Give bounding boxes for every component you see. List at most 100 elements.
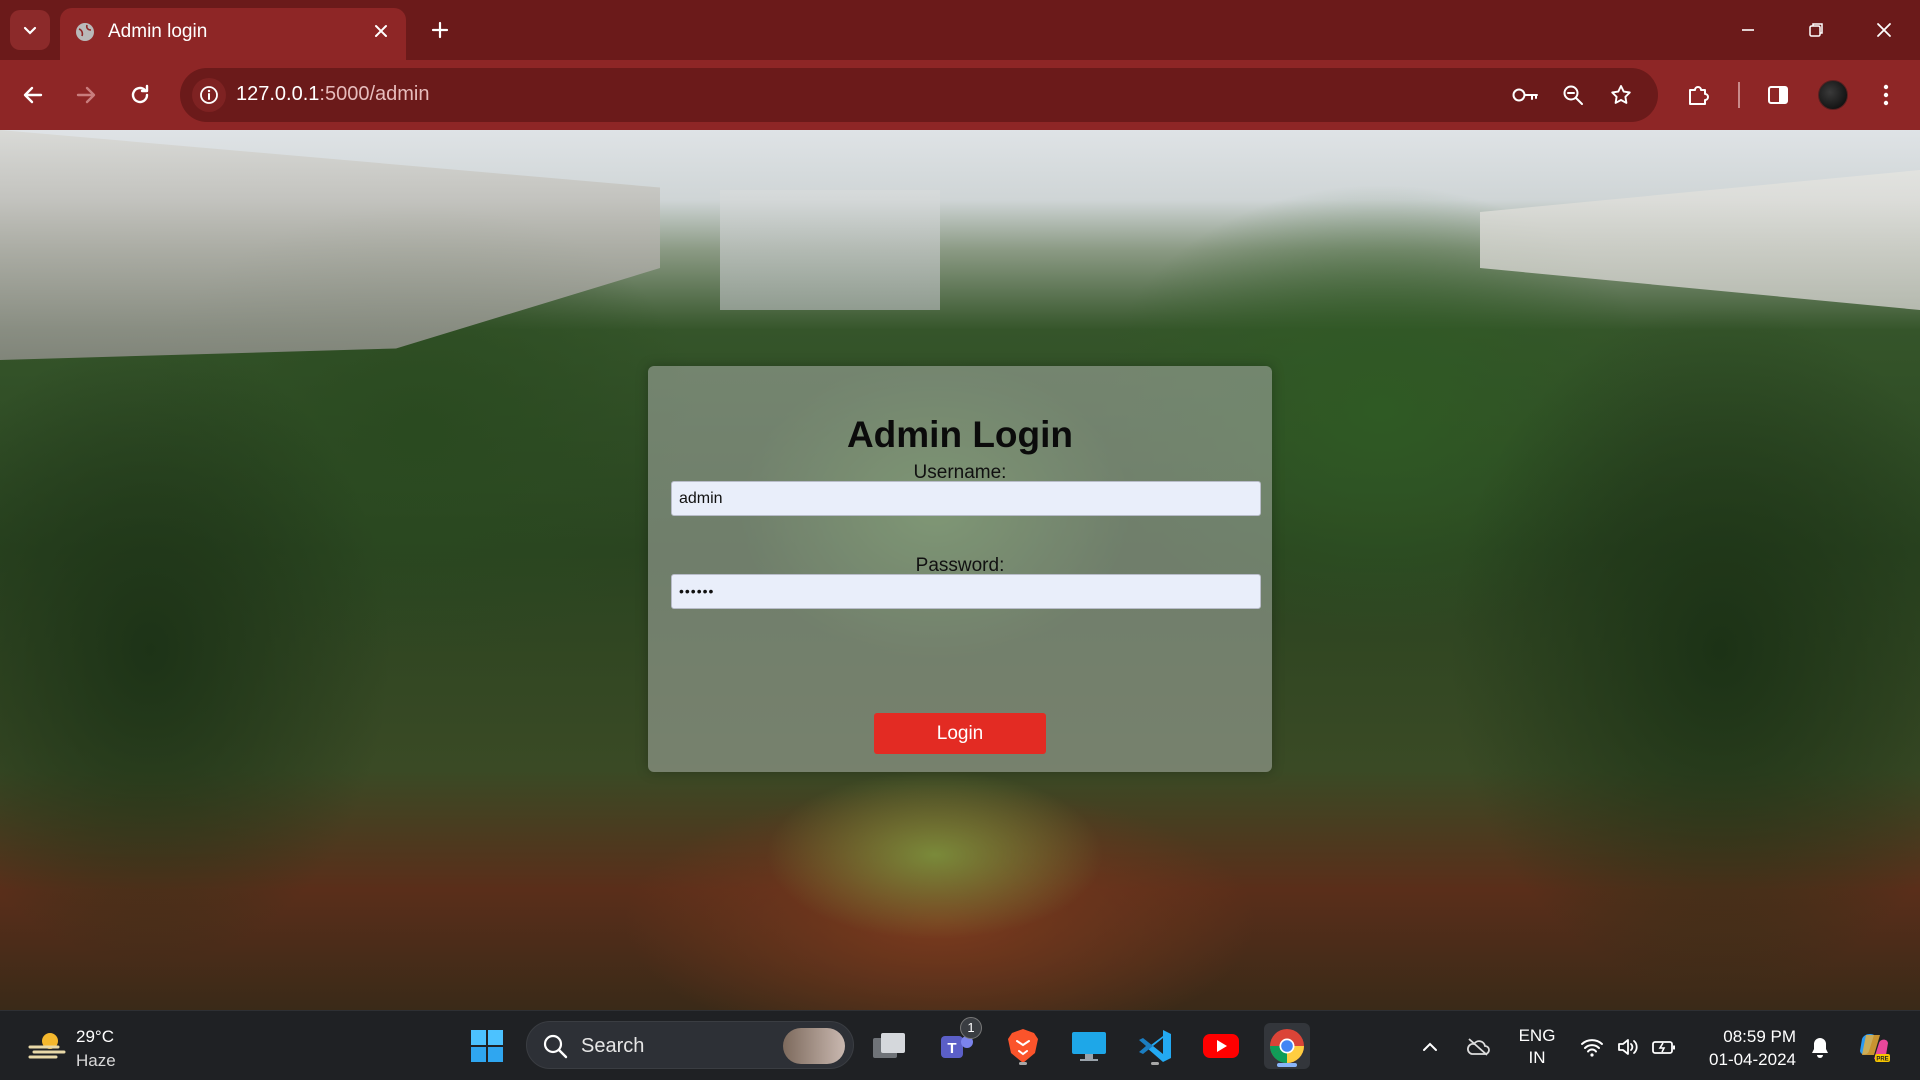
youtube-icon — [1203, 1034, 1239, 1058]
url-text: 127.0.0.1:5000/admin — [236, 83, 430, 106]
clock-time: 08:59 PM — [1723, 1027, 1796, 1046]
cloud-off-icon — [1467, 1038, 1490, 1056]
url-host: 127.0.0.1 — [236, 83, 320, 105]
arrow-left-icon — [23, 86, 43, 104]
network-status[interactable] — [1578, 1033, 1606, 1061]
minimize-button[interactable] — [1732, 14, 1764, 46]
zoom-button[interactable] — [1558, 80, 1588, 110]
chevron-down-icon — [23, 26, 37, 35]
youtube-app[interactable] — [1198, 1023, 1244, 1069]
close-window-button[interactable] — [1868, 14, 1900, 46]
background-building-center — [720, 190, 940, 310]
speaker-icon — [1618, 1039, 1638, 1055]
bell-icon — [1812, 1038, 1828, 1058]
plus-icon — [431, 21, 449, 39]
svg-text:PRE: PRE — [1876, 1057, 1888, 1063]
taskbar-search-box[interactable]: Search — [526, 1021, 854, 1069]
chrome-icon — [1270, 1029, 1304, 1063]
login-button[interactable]: Login — [874, 713, 1046, 754]
site-info-button[interactable] — [192, 78, 226, 112]
clock-date: 01-04-2024 — [1709, 1050, 1796, 1069]
wifi-icon — [1581, 1039, 1603, 1057]
search-placeholder: Search — [581, 1035, 645, 1057]
key-icon — [1512, 88, 1538, 102]
windows-logo-icon — [471, 1030, 503, 1062]
address-bar[interactable]: 127.0.0.1:5000/admin — [180, 68, 1658, 122]
browser-toolbar: 127.0.0.1:5000/admin — [0, 60, 1920, 130]
login-page-background: Admin Login Username: admin Password: ••… — [0, 130, 1920, 1010]
search-highlight-image — [783, 1028, 845, 1064]
reload-icon — [131, 84, 149, 104]
username-field[interactable]: admin — [671, 481, 1261, 516]
svg-text:T: T — [947, 1040, 956, 1057]
forward-button[interactable] — [68, 77, 104, 113]
menu-button[interactable] — [1868, 77, 1904, 113]
restore-button[interactable] — [1800, 14, 1832, 46]
close-icon — [1877, 23, 1891, 37]
weather-temperature: 29°C — [76, 1027, 114, 1046]
chevron-up-icon — [1423, 1042, 1437, 1051]
copilot-button[interactable]: PRE — [1856, 1029, 1892, 1065]
onedrive-status[interactable] — [1464, 1033, 1492, 1061]
start-button[interactable] — [464, 1023, 510, 1069]
show-hidden-icons-button[interactable] — [1416, 1033, 1444, 1061]
brave-lion-icon — [1008, 1029, 1038, 1063]
extensions-button[interactable] — [1680, 77, 1716, 113]
running-indicator — [1151, 1062, 1159, 1065]
task-view-icon — [873, 1033, 905, 1058]
reload-button[interactable] — [122, 77, 158, 113]
browser-tab-bar: Admin login — [0, 0, 1920, 60]
page-title: Admin Login — [846, 414, 1074, 455]
windows-taskbar: 29°C Haze Search T 1 ENG IN 08:59 PM 01-… — [0, 1010, 1920, 1080]
minimize-icon — [1742, 29, 1754, 31]
teams-app[interactable]: T 1 — [934, 1017, 982, 1069]
task-view-button[interactable] — [866, 1023, 912, 1069]
passwords-button[interactable] — [1510, 80, 1540, 110]
language-code: ENG — [1518, 1026, 1556, 1045]
monitor-icon — [1072, 1032, 1106, 1061]
system-clock[interactable]: 08:59 PM 01-04-2024 — [1692, 1025, 1796, 1071]
toolbar-divider — [1738, 82, 1740, 108]
side-panel-button[interactable] — [1760, 77, 1796, 113]
region-code: IN — [1528, 1048, 1546, 1067]
background-building-right — [1480, 170, 1920, 310]
weather-condition: Haze — [76, 1051, 116, 1070]
login-card: Admin Login Username: admin Password: ••… — [648, 366, 1272, 772]
background-building-left — [0, 130, 660, 360]
new-tab-button[interactable] — [424, 14, 456, 46]
info-icon — [200, 86, 218, 104]
back-button[interactable] — [15, 77, 51, 113]
url-path: :5000/admin — [319, 83, 430, 105]
teams-notification-badge: 1 — [960, 1017, 982, 1039]
close-tab-icon[interactable] — [370, 20, 392, 42]
restore-icon — [1809, 23, 1823, 37]
active-app-indicator — [1277, 1063, 1297, 1067]
running-indicator — [1019, 1062, 1027, 1065]
arrow-right-icon — [76, 86, 96, 104]
brave-app[interactable] — [1000, 1023, 1046, 1069]
input-language-indicator[interactable]: ENG IN — [1512, 1025, 1562, 1069]
volume-status[interactable] — [1614, 1033, 1642, 1061]
kebab-menu-icon — [1883, 84, 1889, 106]
tab-admin-login[interactable]: Admin login — [60, 8, 406, 60]
globe-icon — [76, 23, 94, 41]
star-icon — [1611, 85, 1631, 104]
tab-title: Admin login — [108, 21, 208, 42]
password-field[interactable]: •••••• — [671, 574, 1261, 609]
remote-desktop-app[interactable] — [1066, 1023, 1112, 1069]
haze-sun-icon — [28, 1033, 66, 1059]
side-panel-icon — [1768, 86, 1788, 104]
puzzle-icon — [1689, 86, 1709, 105]
bookmark-button[interactable] — [1606, 80, 1636, 110]
tab-search-button[interactable] — [10, 10, 50, 50]
vscode-icon — [1139, 1030, 1171, 1062]
search-icon — [543, 1034, 568, 1059]
battery-charging-icon — [1652, 1041, 1675, 1054]
profile-avatar[interactable] — [1818, 80, 1848, 110]
copilot-icon: PRE — [1860, 1034, 1890, 1063]
zoom-out-icon — [1563, 85, 1583, 105]
chrome-app[interactable] — [1264, 1023, 1310, 1069]
notifications-button[interactable] — [1806, 1033, 1834, 1061]
vscode-app[interactable] — [1132, 1023, 1178, 1069]
battery-status[interactable] — [1650, 1033, 1678, 1061]
